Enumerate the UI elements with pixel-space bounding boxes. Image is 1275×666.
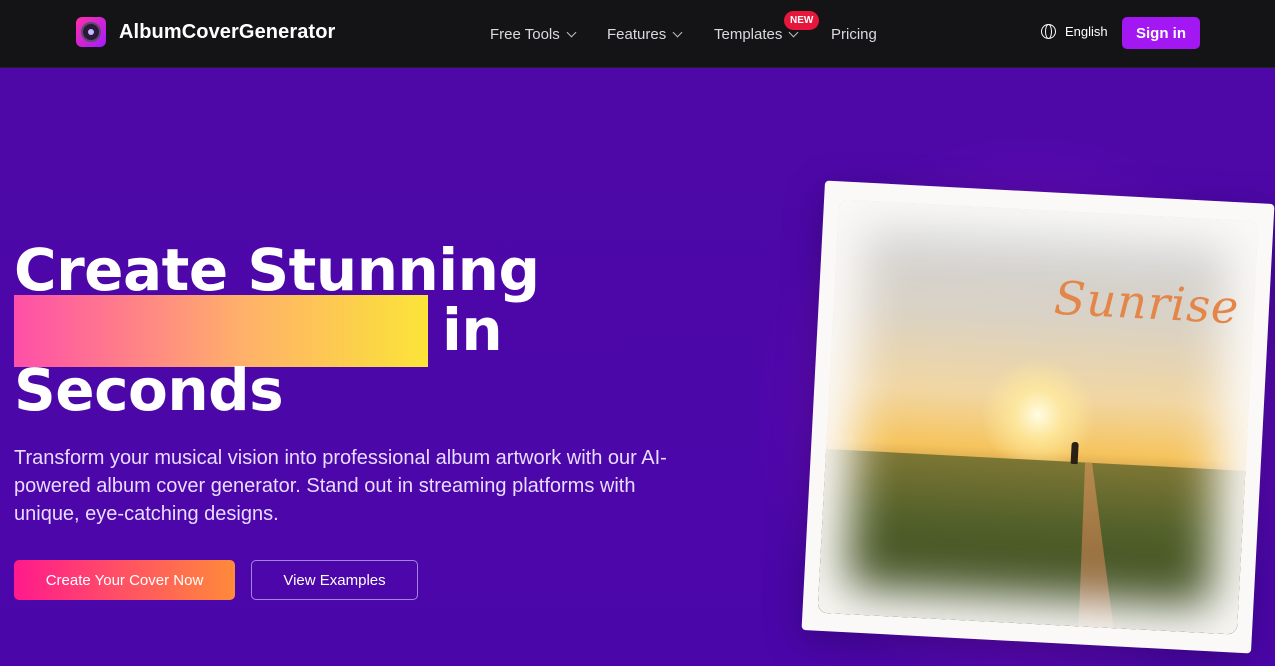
brand-link[interactable]: AlbumCoverGenerator: [76, 17, 335, 47]
create-cover-button[interactable]: Create Your Cover Now: [14, 560, 235, 600]
headline-line-3: Seconds: [14, 356, 284, 424]
chevron-down-icon: [672, 27, 683, 37]
album-artwork-image: Sunrise: [817, 199, 1259, 635]
nav-item-label: Templates: [714, 25, 783, 43]
hero-section: Create Stunning in Seconds Transform you…: [0, 68, 1275, 666]
language-label: English: [1065, 24, 1108, 39]
top-navbar: AlbumCoverGenerator Free Tools Features …: [0, 0, 1275, 68]
nav-item-label: Pricing: [831, 25, 877, 43]
nav-item-pricing[interactable]: Pricing: [831, 0, 877, 68]
nav-item-templates[interactable]: Templates NEW: [714, 0, 820, 68]
sign-in-button[interactable]: Sign in: [1122, 17, 1200, 49]
album-cover-preview: Sunrise: [801, 180, 1275, 654]
nav-item-label: Free Tools: [490, 25, 560, 43]
vinyl-logo-icon: [76, 17, 106, 47]
nav-item-features[interactable]: Features: [607, 0, 683, 68]
headline-line-2-suffix: in: [442, 296, 503, 364]
view-examples-button[interactable]: View Examples: [251, 560, 418, 600]
nav-item-free-tools[interactable]: Free Tools: [490, 0, 577, 68]
language-selector[interactable]: English: [1041, 24, 1108, 39]
globe-icon: [1041, 24, 1056, 39]
brand-name: AlbumCoverGenerator: [119, 20, 336, 43]
hero-subtitle: Transform your musical vision into profe…: [14, 447, 667, 525]
hero-headline: Create Stunning in Seconds: [14, 236, 540, 424]
album-title-script: Sunrise: [1052, 270, 1241, 335]
new-badge: NEW: [784, 11, 820, 30]
nav-item-label: Features: [607, 25, 667, 43]
chevron-down-icon: [566, 27, 577, 37]
headline-line-1: Create Stunning: [14, 236, 540, 304]
